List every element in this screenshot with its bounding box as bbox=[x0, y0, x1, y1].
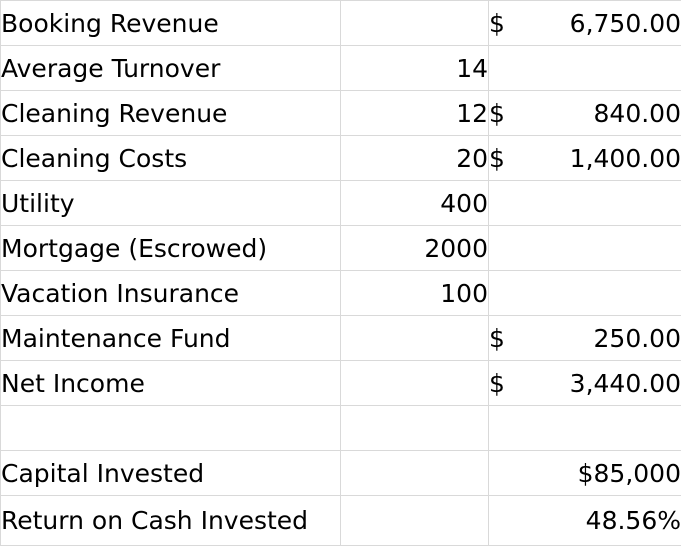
cell-c-blank[interactable] bbox=[489, 406, 681, 451]
cell-b-blank[interactable] bbox=[341, 406, 489, 451]
currency-symbol: $ bbox=[489, 101, 505, 126]
cell-c-cleaning-revenue[interactable]: $840.00 bbox=[489, 91, 681, 136]
table-row: Mortgage (Escrowed) 2000 bbox=[1, 226, 681, 271]
table-row: Cleaning Costs 20 $1,400.00 bbox=[1, 136, 681, 181]
amount-value: 3,440.00 bbox=[570, 371, 681, 396]
cell-b-utility[interactable]: 400 bbox=[341, 181, 489, 226]
row-label-blank[interactable] bbox=[1, 406, 341, 451]
cell-b-vacation-insurance[interactable]: 100 bbox=[341, 271, 489, 316]
cell-c-booking-revenue[interactable]: $6,750.00 bbox=[489, 1, 681, 46]
cell-c-average-turnover[interactable] bbox=[489, 46, 681, 91]
currency-symbol: $ bbox=[489, 11, 505, 36]
currency-symbol: $ bbox=[489, 146, 505, 171]
row-label-maintenance-fund[interactable]: Maintenance Fund bbox=[1, 316, 341, 361]
table-row bbox=[1, 406, 681, 451]
cell-c-cleaning-costs[interactable]: $1,400.00 bbox=[489, 136, 681, 181]
row-label-capital-invested[interactable]: Capital Invested bbox=[1, 451, 341, 496]
table-row: Cleaning Revenue 12 $840.00 bbox=[1, 91, 681, 136]
row-label-booking-revenue[interactable]: Booking Revenue bbox=[1, 1, 341, 46]
table-row: Return on Cash Invested 48.56% bbox=[1, 496, 681, 546]
table-row: Average Turnover 14 bbox=[1, 46, 681, 91]
row-label-cleaning-costs[interactable]: Cleaning Costs bbox=[1, 136, 341, 181]
cell-c-mortgage[interactable] bbox=[489, 226, 681, 271]
cell-c-utility[interactable] bbox=[489, 181, 681, 226]
cell-b-cleaning-costs[interactable]: 20 bbox=[341, 136, 489, 181]
table-row: Net Income $3,440.00 bbox=[1, 361, 681, 406]
row-label-cleaning-revenue[interactable]: Cleaning Revenue bbox=[1, 91, 341, 136]
row-label-utility[interactable]: Utility bbox=[1, 181, 341, 226]
cell-b-capital-invested[interactable] bbox=[341, 451, 489, 496]
row-label-return-on-cash[interactable]: Return on Cash Invested bbox=[1, 496, 341, 546]
table-row: Maintenance Fund $250.00 bbox=[1, 316, 681, 361]
cell-b-cleaning-revenue[interactable]: 12 bbox=[341, 91, 489, 136]
spreadsheet: Booking Revenue $6,750.00 Average Turnov… bbox=[0, 0, 681, 545]
cell-c-capital-invested[interactable]: $85,000 bbox=[489, 451, 681, 496]
cell-b-booking-revenue[interactable] bbox=[341, 1, 489, 46]
cell-b-maintenance-fund[interactable] bbox=[341, 316, 489, 361]
row-label-average-turnover[interactable]: Average Turnover bbox=[1, 46, 341, 91]
cell-c-return-on-cash[interactable]: 48.56% bbox=[489, 496, 681, 546]
table-row: Utility 400 bbox=[1, 181, 681, 226]
cell-b-mortgage[interactable]: 2000 bbox=[341, 226, 489, 271]
cell-b-net-income[interactable] bbox=[341, 361, 489, 406]
amount-value: 840.00 bbox=[594, 101, 681, 126]
financial-summary-table: Booking Revenue $6,750.00 Average Turnov… bbox=[0, 0, 681, 546]
table-row: Vacation Insurance 100 bbox=[1, 271, 681, 316]
cell-c-net-income[interactable]: $3,440.00 bbox=[489, 361, 681, 406]
cell-c-vacation-insurance[interactable] bbox=[489, 271, 681, 316]
cell-b-average-turnover[interactable]: 14 bbox=[341, 46, 489, 91]
row-label-net-income[interactable]: Net Income bbox=[1, 361, 341, 406]
amount-value: 6,750.00 bbox=[570, 11, 681, 36]
cell-b-return-on-cash[interactable] bbox=[341, 496, 489, 546]
amount-value: 250.00 bbox=[594, 326, 681, 351]
currency-symbol: $ bbox=[489, 371, 505, 396]
table-row: Capital Invested $85,000 bbox=[1, 451, 681, 496]
row-label-mortgage[interactable]: Mortgage (Escrowed) bbox=[1, 226, 341, 271]
cell-c-maintenance-fund[interactable]: $250.00 bbox=[489, 316, 681, 361]
amount-value: 1,400.00 bbox=[570, 146, 681, 171]
row-label-vacation-insurance[interactable]: Vacation Insurance bbox=[1, 271, 341, 316]
currency-symbol: $ bbox=[489, 326, 505, 351]
table-row: Booking Revenue $6,750.00 bbox=[1, 1, 681, 46]
